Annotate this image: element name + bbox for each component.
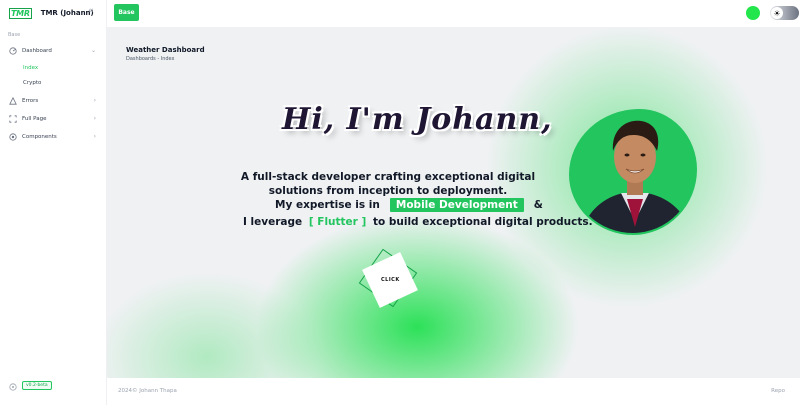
- collapse-sidebar-icon[interactable]: «: [88, 6, 94, 16]
- breadcrumb: Dashboards - Index: [126, 56, 175, 62]
- expertise-prefix: My expertise is in: [275, 199, 380, 211]
- hero-intro: A full-stack developer crafting exceptio…: [240, 171, 536, 197]
- theme-toggle[interactable]: ☀: [770, 6, 799, 20]
- help-icon[interactable]: [9, 376, 17, 395]
- sidebar-subitem-index[interactable]: Index: [0, 60, 106, 75]
- hero-greeting: Hi, I'm Johann,: [282, 102, 553, 137]
- hero-leverage: I leverage [ Flutter ] to build exceptio…: [243, 216, 593, 228]
- topbar: Base ☀: [107, 0, 800, 27]
- click-button-label: CLICK: [380, 277, 400, 284]
- click-button[interactable]: CLICK: [362, 252, 418, 308]
- chevron-right-icon: ›: [93, 133, 96, 140]
- dashboard-icon: [9, 47, 17, 55]
- sidebar-item-errors[interactable]: Errors ›: [0, 92, 106, 110]
- chevron-right-icon: ›: [93, 115, 96, 122]
- click-button-wrap: CLICK: [358, 248, 418, 308]
- repo-link[interactable]: Repo: [771, 388, 785, 394]
- version-area: v0.2-beta: [9, 376, 52, 395]
- sidebar-item-components[interactable]: Components ›: [0, 128, 106, 146]
- hero-expertise: My expertise is in Mobile Development &: [275, 198, 543, 212]
- components-icon: [9, 133, 17, 141]
- ampersand: &: [533, 199, 543, 211]
- sun-icon: ☀: [771, 7, 783, 19]
- footer: 2024© Johann Thapa Repo: [107, 378, 800, 405]
- sidebar-item-label: Dashboard: [22, 48, 52, 54]
- sidebar-item-full-page[interactable]: Full Page ›: [0, 110, 106, 128]
- page-title: Weather Dashboard: [126, 46, 205, 54]
- tech-highlight: [ Flutter ]: [308, 216, 367, 228]
- brand-name: TMR (Johann): [40, 9, 94, 17]
- expand-icon: [9, 115, 17, 123]
- expertise-highlight: Mobile Development: [389, 198, 524, 212]
- sidebar-item-label: Errors: [22, 98, 39, 104]
- profile-avatar: [569, 109, 697, 235]
- chevron-down-icon: ⌄: [90, 47, 96, 54]
- base-button[interactable]: Base: [114, 4, 139, 21]
- section-label: Base: [8, 32, 21, 38]
- brand[interactable]: TMR TMR (Johann): [9, 7, 94, 19]
- sidebar-item-dashboard[interactable]: Dashboard ⌄: [0, 42, 106, 60]
- logo: TMR: [9, 7, 32, 19]
- main-content: Weather Dashboard Dashboards - Index Hi,…: [107, 27, 800, 378]
- chevron-right-icon: ›: [93, 97, 96, 104]
- status-indicator[interactable]: [746, 6, 760, 20]
- sidebar-item-label: Components: [22, 134, 57, 140]
- sidebar-subitem-crypto[interactable]: Crypto: [0, 75, 106, 90]
- footer-copyright: 2024© Johann Thapa: [118, 388, 177, 394]
- leverage-prefix: I leverage: [243, 216, 303, 228]
- sidebar-nav: Dashboard ⌄ Index Crypto Errors › Full P…: [0, 42, 106, 146]
- sidebar: TMR TMR (Johann) « Base Dashboard ⌄ Inde…: [0, 0, 107, 405]
- version-badge: v0.2-beta: [22, 381, 52, 390]
- warning-icon: [9, 97, 17, 105]
- sidebar-item-label: Full Page: [22, 116, 47, 122]
- leverage-suffix: to build exceptional digital products.: [372, 216, 593, 228]
